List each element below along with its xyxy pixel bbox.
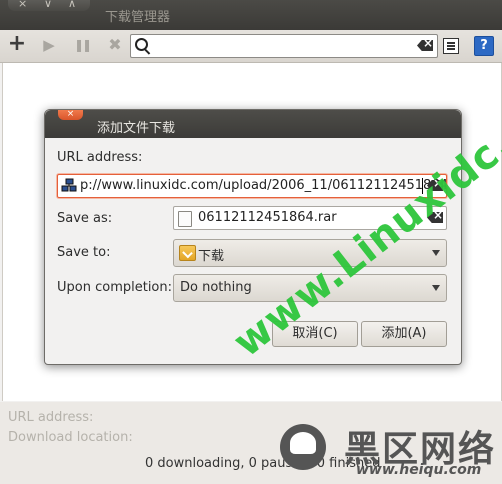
download-folder-icon	[179, 245, 196, 261]
details-url-label: URL address:	[8, 410, 94, 425]
search-icon	[135, 38, 148, 51]
maximize-window-icon[interactable]: ∧	[68, 0, 76, 10]
dialog-title-bar: × 添加文件下载	[45, 110, 461, 138]
url-value: p://www.linuxidc.com/upload/2006_11/0611…	[80, 178, 447, 193]
file-icon	[178, 211, 192, 227]
upon-completion-label: Upon completion:	[57, 280, 173, 295]
save-to-value: 下载	[198, 249, 225, 264]
downloads-list-icon[interactable]	[443, 38, 459, 54]
close-window-icon[interactable]: ×	[18, 0, 27, 10]
url-input[interactable]: p://www.linuxidc.com/upload/2006_11/0611…	[57, 174, 447, 198]
minimize-window-icon[interactable]: ∨	[44, 0, 52, 10]
save-as-value: 06112112451864.rar	[198, 210, 337, 225]
clear-search-icon[interactable]	[417, 40, 433, 51]
details-location-label: Download location:	[8, 430, 133, 445]
chevron-down-icon	[432, 250, 440, 256]
cancel-download-button[interactable]: ✖	[104, 34, 126, 56]
search-input[interactable]	[130, 34, 438, 58]
dialog-close-icon[interactable]: ×	[58, 110, 83, 120]
url-address-label: URL address:	[57, 150, 143, 165]
dialog-title: 添加文件下载	[97, 121, 176, 136]
watermark-url: www.heiqu.com	[356, 462, 482, 478]
network-icon	[61, 178, 77, 192]
title-bar: × ∨ ∧ 下载管理器	[0, 0, 502, 30]
upon-completion-value: Do nothing	[180, 280, 252, 295]
save-as-label: Save as:	[57, 211, 113, 226]
window-controls: × ∨ ∧	[8, 0, 90, 11]
add-button[interactable]: +	[6, 33, 28, 55]
window-title: 下载管理器	[105, 10, 171, 25]
help-icon[interactable]: ?	[474, 36, 494, 56]
resume-button[interactable]: ▶	[38, 34, 60, 56]
add-button-dialog[interactable]: 添加(A)	[361, 321, 447, 347]
save-to-label: Save to:	[57, 245, 111, 260]
watermark-logo	[280, 424, 326, 470]
chevron-down-icon	[432, 285, 440, 291]
pause-button[interactable]: ❚❚	[71, 34, 93, 56]
